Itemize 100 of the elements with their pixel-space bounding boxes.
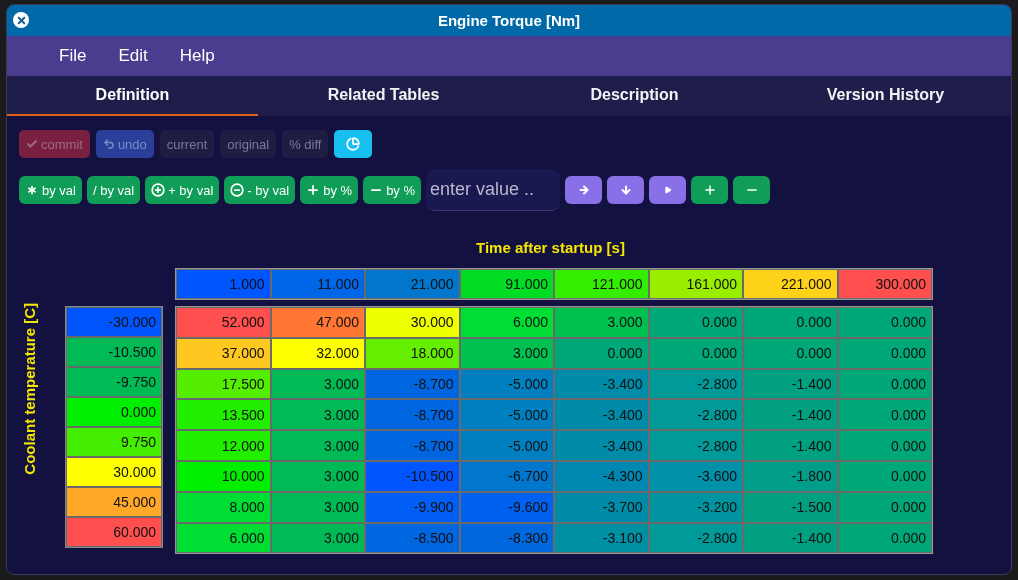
table-cell[interactable]: -1.400: [743, 430, 838, 461]
view-button[interactable]: current: [159, 130, 215, 158]
table-cell[interactable]: 0.000: [837, 430, 932, 461]
axis-cell[interactable]: 300.000: [837, 269, 932, 299]
table-cell[interactable]: 3.000: [554, 307, 649, 338]
table-cell[interactable]: -3.400: [554, 368, 649, 400]
table-cell[interactable]: -2.800: [648, 399, 743, 431]
add-percent-button[interactable]: by %: [300, 176, 359, 204]
menu-item[interactable]: Help: [167, 46, 227, 66]
axis-cell[interactable]: 11.000: [270, 269, 365, 299]
table-cell[interactable]: 30.000: [365, 307, 460, 338]
axis-cell[interactable]: 1.000: [176, 269, 271, 299]
tab[interactable]: Definition: [7, 76, 258, 116]
table-cell[interactable]: 3.000: [270, 491, 365, 523]
table-cell[interactable]: -8.700: [365, 430, 460, 461]
axis-cell[interactable]: -9.750: [66, 367, 162, 397]
table-cell[interactable]: -8.700: [365, 368, 460, 400]
axis-cell[interactable]: 45.000: [66, 487, 162, 517]
table-cell[interactable]: 32.000: [270, 337, 365, 369]
table-cell[interactable]: 3.000: [270, 430, 365, 461]
table-cell[interactable]: -1.500: [743, 491, 838, 523]
view-button[interactable]: % diff: [282, 130, 329, 158]
axis-cell[interactable]: -30.000: [66, 307, 162, 337]
menu-item[interactable]: File: [47, 46, 99, 66]
table-cell[interactable]: -1.800: [743, 461, 838, 492]
table-cell[interactable]: -8.700: [365, 399, 460, 431]
table-cell[interactable]: 3.000: [270, 399, 365, 431]
table-cell[interactable]: 0.000: [648, 337, 743, 369]
add-button[interactable]: + by val: [145, 176, 220, 204]
table-cell[interactable]: 0.000: [648, 307, 743, 338]
table-cell[interactable]: 8.000: [176, 491, 271, 523]
view-button[interactable]: original: [220, 130, 277, 158]
table-cell[interactable]: -1.400: [743, 522, 838, 554]
table-cell[interactable]: 17.500: [176, 368, 271, 400]
tab[interactable]: Related Tables: [258, 76, 509, 116]
table-cell[interactable]: 0.000: [837, 337, 932, 369]
add-button[interactable]: [691, 176, 729, 204]
table-cell[interactable]: 52.000: [176, 307, 271, 338]
table-cell[interactable]: -3.100: [554, 522, 649, 554]
table-cell[interactable]: 0.000: [554, 337, 649, 369]
table-cell[interactable]: -5.000: [459, 430, 554, 461]
table-cell[interactable]: 6.000: [176, 522, 271, 554]
table-cell[interactable]: -9.900: [365, 491, 460, 523]
table-cell[interactable]: 0.000: [837, 368, 932, 400]
table-cell[interactable]: -6.700: [459, 461, 554, 492]
table-cell[interactable]: -2.800: [648, 368, 743, 400]
axis-cell[interactable]: 121.000: [554, 269, 649, 299]
table-cell[interactable]: 18.000: [365, 337, 460, 369]
table-cell[interactable]: 3.000: [270, 522, 365, 554]
table-cell[interactable]: -4.300: [554, 461, 649, 492]
table-cell[interactable]: -2.800: [648, 430, 743, 461]
axis-cell[interactable]: -10.500: [66, 337, 162, 367]
table-cell[interactable]: 12.000: [176, 430, 271, 461]
table-cell[interactable]: -5.000: [459, 399, 554, 431]
chart-button[interactable]: [334, 130, 373, 158]
table-cell[interactable]: -10.500: [365, 461, 460, 492]
table-cell[interactable]: -3.600: [648, 461, 743, 492]
table-cell[interactable]: -3.400: [554, 399, 649, 431]
table-cell[interactable]: 6.000: [459, 307, 554, 338]
table-cell[interactable]: -2.800: [648, 522, 743, 554]
close-button[interactable]: [13, 12, 29, 28]
table-cell[interactable]: -3.200: [648, 491, 743, 523]
multiply-button[interactable]: by val: [19, 176, 82, 204]
axis-cell[interactable]: 221.000: [743, 269, 838, 299]
table-cell[interactable]: -3.400: [554, 430, 649, 461]
table-cell[interactable]: 0.000: [837, 522, 932, 554]
axis-cell[interactable]: 60.000: [66, 517, 162, 547]
table-cell[interactable]: -8.300: [459, 522, 554, 554]
divide-button[interactable]: / by val: [86, 176, 141, 204]
axis-cell[interactable]: 21.000: [365, 269, 460, 299]
menu-item[interactable]: Edit: [106, 46, 160, 66]
table-cell[interactable]: 3.000: [270, 461, 365, 492]
table-cell[interactable]: -8.500: [365, 522, 460, 554]
table-cell[interactable]: 3.000: [270, 368, 365, 400]
step-button[interactable]: [649, 176, 687, 204]
fill-down-button[interactable]: [607, 176, 645, 204]
table-cell[interactable]: 47.000: [270, 307, 365, 338]
tab[interactable]: Version History: [760, 76, 1011, 116]
table-cell[interactable]: -9.600: [459, 491, 554, 523]
axis-cell[interactable]: 0.000: [66, 397, 162, 427]
table-cell[interactable]: 0.000: [837, 491, 932, 523]
table-cell[interactable]: 37.000: [176, 337, 271, 369]
table-cell[interactable]: -1.400: [743, 399, 838, 431]
table-cell[interactable]: 13.500: [176, 399, 271, 431]
table-cell[interactable]: 0.000: [743, 307, 838, 338]
table-cell[interactable]: -3.700: [554, 491, 649, 523]
value-field[interactable]: enter value ..: [426, 169, 561, 211]
remove-button[interactable]: [733, 176, 771, 204]
table-cell[interactable]: 3.000: [459, 337, 554, 369]
table-cell[interactable]: 0.000: [837, 461, 932, 492]
axis-cell[interactable]: 91.000: [459, 269, 554, 299]
axis-cell[interactable]: 161.000: [648, 269, 743, 299]
table-cell[interactable]: -1.400: [743, 368, 838, 400]
table-cell[interactable]: 0.000: [743, 337, 838, 369]
fill-right-button[interactable]: [565, 176, 603, 204]
table-cell[interactable]: 10.000: [176, 461, 271, 492]
table-cell[interactable]: 0.000: [837, 399, 932, 431]
axis-cell[interactable]: 30.000: [66, 457, 162, 487]
tab[interactable]: Description: [509, 76, 760, 116]
axis-cell[interactable]: 9.750: [66, 427, 162, 457]
